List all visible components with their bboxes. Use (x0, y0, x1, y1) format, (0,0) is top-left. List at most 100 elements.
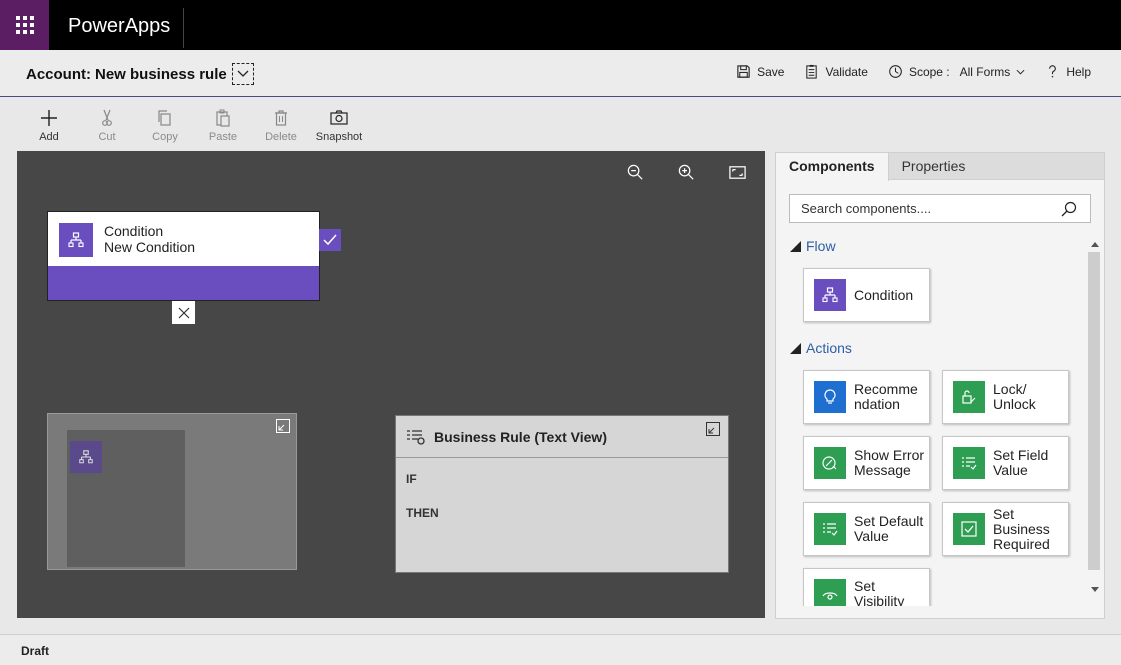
snapshot-label: Snapshot (315, 131, 363, 143)
text-view-panel: Business Rule (Text View) IF THEN (395, 415, 729, 573)
plus-icon (41, 110, 57, 126)
component-set-business-required[interactable]: Set Business Required (942, 502, 1069, 556)
text-view-title: Business Rule (Text View) (434, 428, 607, 445)
save-icon (737, 65, 750, 78)
collapse-text-view-icon[interactable] (706, 422, 720, 436)
app-name[interactable]: PowerApps (68, 15, 170, 38)
divider (183, 8, 184, 48)
section-actions-title: Actions (806, 340, 852, 356)
checklist-icon (806, 64, 818, 79)
component-label: Recomme ndation (854, 381, 918, 412)
hierarchy-icon (68, 232, 84, 248)
lock-icon (953, 381, 985, 413)
help-button[interactable]: Help (1045, 64, 1091, 79)
component-label: Set Business Required (993, 505, 1050, 552)
component-condition[interactable]: Condition (803, 268, 930, 322)
close-icon (178, 307, 189, 318)
chevron-down-icon (237, 70, 249, 77)
design-canvas[interactable]: Condition New Condition Business Rule (T… (17, 151, 765, 618)
section-flow-header[interactable]: Flow (790, 238, 836, 254)
validate-label: Validate (825, 64, 868, 79)
collapse-minimap-icon[interactable] (276, 419, 290, 433)
true-branch-button[interactable] (319, 229, 341, 251)
scroll-down-arrow-icon[interactable] (1091, 587, 1099, 592)
false-branch-button[interactable] (172, 301, 195, 324)
component-label: Lock/ Unlock (993, 381, 1036, 412)
cut-button[interactable]: Cut (78, 108, 136, 143)
component-label: Set Visibility (854, 578, 905, 607)
error-message-icon (814, 447, 846, 479)
add-button[interactable]: Add (20, 108, 78, 143)
search-input[interactable] (801, 201, 1060, 216)
paste-button[interactable]: Paste (194, 108, 252, 143)
list-check-icon (953, 447, 985, 479)
component-show-error-message[interactable]: Show Error Message (803, 436, 930, 490)
scroll-thumb[interactable] (1088, 252, 1100, 570)
paste-label: Paste (208, 131, 238, 143)
copy-button[interactable]: Copy (136, 108, 194, 143)
components-panel: Components Properties Flow Condition Act… (775, 152, 1105, 619)
top-nav-bar: PowerApps (0, 0, 1121, 50)
rule-name-dropdown-button[interactable] (231, 63, 254, 85)
section-actions-header[interactable]: Actions (790, 340, 852, 356)
scope-icon (889, 65, 902, 78)
fit-to-screen-icon[interactable] (728, 163, 747, 182)
zoom-in-icon[interactable] (677, 163, 696, 182)
camera-icon (330, 110, 348, 125)
scissors-icon (102, 109, 112, 126)
condition-node[interactable]: Condition New Condition (47, 211, 320, 301)
hierarchy-icon (814, 279, 846, 311)
condition-node-bar (48, 266, 319, 300)
scroll-up-arrow-icon[interactable] (1091, 242, 1099, 247)
rule-name: New business rule (95, 65, 227, 83)
minimap-condition (70, 441, 102, 473)
scope-label: Scope : (908, 64, 950, 79)
condition-node-icon-box (59, 223, 93, 257)
component-set-default-value[interactable]: Set Default Value (803, 502, 930, 556)
tab-components[interactable]: Components (776, 153, 889, 181)
if-label: IF (406, 472, 417, 486)
components-scrollbar[interactable] (1088, 238, 1100, 606)
header-bar: Account: New business rule Save Validate… (0, 50, 1121, 97)
component-set-visibility[interactable]: Set Visibility (803, 568, 930, 606)
copy-label: Copy (152, 131, 178, 143)
chevron-down-icon (1016, 69, 1025, 75)
text-view-icon (407, 429, 425, 445)
lightbulb-icon (814, 381, 846, 413)
section-flow-title: Flow (806, 238, 836, 254)
cut-label: Cut (98, 131, 116, 143)
then-label: THEN (406, 506, 439, 520)
delete-button[interactable]: Delete (252, 108, 310, 143)
component-lock-unlock[interactable]: Lock/ Unlock (942, 370, 1069, 424)
scope-value: All Forms (959, 64, 1011, 79)
save-button[interactable]: Save (736, 64, 784, 79)
component-label: Condition (854, 286, 914, 303)
validate-button[interactable]: Validate (804, 64, 868, 79)
page-title: Account: New business rule (26, 63, 254, 85)
search-box (789, 194, 1091, 223)
component-recommendation[interactable]: Recomme ndation (803, 370, 930, 424)
minimap[interactable] (47, 413, 297, 570)
scope-dropdown[interactable]: Scope : All Forms (888, 64, 1025, 79)
component-label: Set Default Value (854, 513, 924, 544)
eye-icon (814, 579, 846, 606)
help-label: Help (1066, 64, 1091, 79)
zoom-out-icon[interactable] (626, 163, 645, 182)
tab-properties[interactable]: Properties (889, 153, 979, 179)
trash-icon (275, 110, 287, 126)
command-toolbar: Add Cut Copy Paste Delete Snapshot (20, 108, 368, 143)
status-text: Draft (21, 644, 50, 658)
components-list[interactable]: Flow Condition Actions Recomme ndation L… (776, 238, 1086, 606)
app-launcher-button[interactable] (0, 0, 49, 50)
delete-label: Delete (265, 131, 297, 143)
checkmark-icon (323, 234, 337, 246)
component-set-field-value[interactable]: Set Field Value (942, 436, 1069, 490)
entity-name: Account: (26, 65, 91, 83)
snapshot-button[interactable]: Snapshot (310, 108, 368, 143)
waffle-icon (15, 16, 34, 34)
save-label: Save (757, 64, 785, 79)
checkbox-icon (953, 513, 985, 545)
add-label: Add (39, 131, 59, 143)
status-bar: Draft (0, 634, 1121, 665)
search-icon[interactable] (1060, 200, 1078, 218)
